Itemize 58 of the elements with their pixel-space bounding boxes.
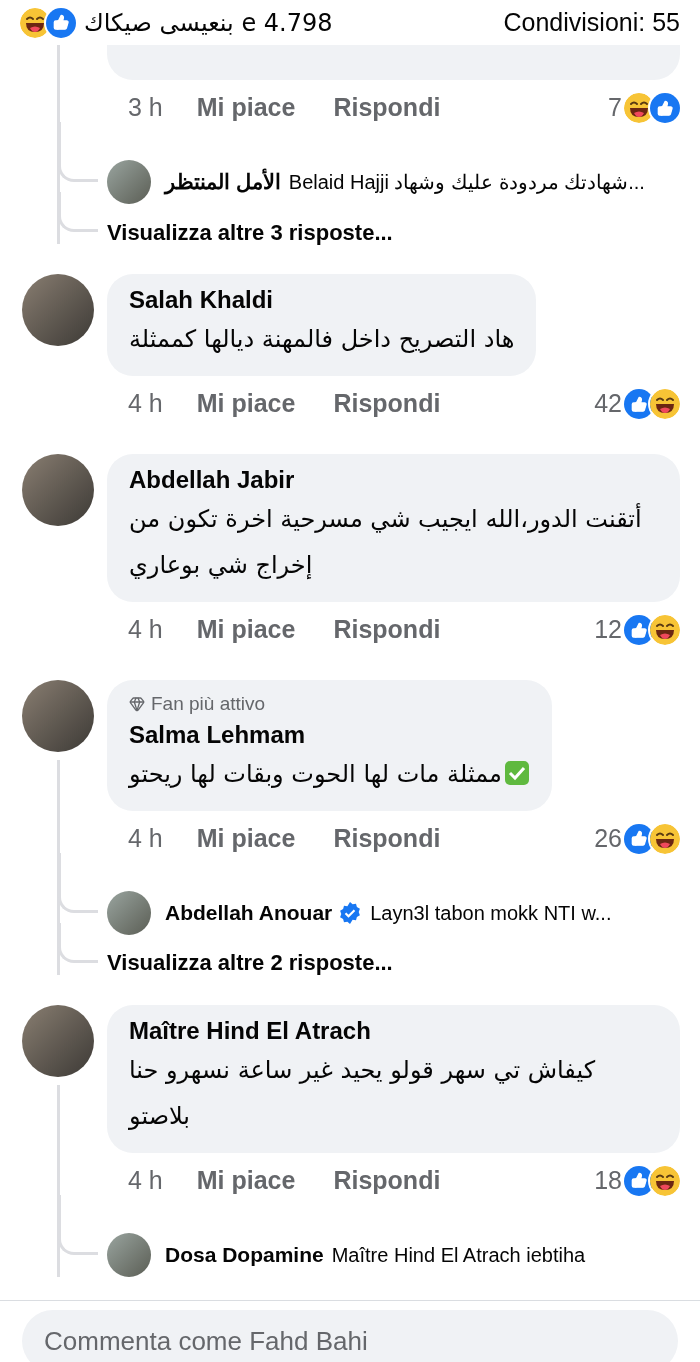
avatar-photo[interactable] bbox=[107, 1232, 151, 1277]
shares-count[interactable]: Condivisioni: 55 bbox=[503, 3, 680, 42]
like-link[interactable]: Mi piace bbox=[196, 385, 296, 423]
reply-preview[interactable]: Belaid Hajji شهادتك مردودة عليك وشهاد... bbox=[288, 167, 645, 197]
comment-time: 3 h bbox=[128, 92, 163, 124]
comment-text: أتقنت الدور،الله ايجيب شي مسرحية اخرة تكون من إخراج شي بوعاري bbox=[129, 502, 643, 581]
like-link[interactable]: Mi piace bbox=[196, 89, 296, 127]
reactions-summary[interactable]: بنعيسى صيكاك e 4.798 bbox=[84, 4, 333, 41]
reply-link[interactable]: Rispondi bbox=[333, 1161, 441, 1200]
like-icon bbox=[624, 615, 654, 645]
comment-time: 4 h bbox=[128, 1164, 163, 1196]
verified-badge-icon bbox=[338, 900, 363, 925]
like-link[interactable]: Mi piace bbox=[196, 819, 296, 858]
reply-author[interactable]: الأمل المنتظر bbox=[165, 166, 281, 198]
laughing-emoji-icon bbox=[650, 1165, 680, 1196]
check-emoji-icon bbox=[503, 759, 530, 786]
laughing-emoji-icon bbox=[624, 93, 654, 123]
avatar-photo[interactable] bbox=[107, 160, 151, 204]
comment-input-field[interactable]: Commenta come Fahd Bahi bbox=[22, 1310, 678, 1362]
reply-author[interactable]: Abdellah Anouar bbox=[165, 896, 333, 929]
fan-label: Fan più attivo bbox=[151, 692, 266, 716]
comment-text: كيفاش تي سهر قولو يحيد غير ساعة نسهرو حنا بلاصتو bbox=[129, 1054, 597, 1132]
reaction-count: 26 bbox=[594, 822, 622, 854]
laughing-emoji-icon bbox=[650, 823, 680, 854]
like-icon bbox=[624, 823, 654, 854]
comment-time: 4 h bbox=[128, 614, 163, 646]
reply-link[interactable]: Rispondi bbox=[333, 89, 441, 127]
comment-time: 4 h bbox=[128, 822, 163, 854]
comment-author[interactable]: Maître Hind El Atrach bbox=[129, 1014, 658, 1047]
diamond-icon bbox=[129, 696, 145, 713]
like-icon bbox=[46, 7, 76, 38]
reply-preview[interactable]: Maître Hind El Atrach iebtiha bbox=[331, 1239, 586, 1270]
like-icon bbox=[624, 1165, 654, 1196]
reply-link[interactable]: Rispondi bbox=[333, 611, 441, 649]
more-replies-link[interactable]: Visualizza altre 2 risposte... bbox=[107, 946, 393, 979]
laughing-emoji-icon bbox=[20, 7, 50, 38]
reaction-count: 12 bbox=[594, 614, 622, 646]
reply-preview[interactable]: Layn3l tabon mokk NTI w... bbox=[370, 897, 612, 928]
comment-author[interactable]: Salma Lehmam bbox=[129, 718, 530, 751]
reaction-count: 42 bbox=[594, 388, 622, 420]
comment-time: 4 h bbox=[128, 388, 163, 420]
comment-text: هاد التصريح داخل فالمهنة ديالها كممثلة bbox=[129, 324, 515, 355]
comment-author[interactable]: Abdellah Jabir bbox=[129, 464, 658, 496]
like-icon bbox=[650, 93, 680, 123]
reaction-count: 7 bbox=[608, 92, 622, 124]
avatar-photo[interactable] bbox=[107, 890, 151, 935]
like-link[interactable]: Mi piace bbox=[196, 1161, 296, 1200]
comment-author[interactable]: Salah Khaldi bbox=[129, 284, 515, 316]
reply-link[interactable]: Rispondi bbox=[333, 385, 441, 423]
reply-link[interactable]: Rispondi bbox=[333, 819, 441, 858]
reply-author[interactable]: Dosa Dopamine bbox=[165, 1238, 324, 1271]
reaction-count: 18 bbox=[594, 1164, 622, 1196]
like-icon bbox=[624, 389, 654, 419]
laughing-emoji-icon bbox=[650, 615, 680, 645]
comment-text: ممثلة مات لها الحوت وبقات لها ريحتو bbox=[129, 750, 530, 797]
laughing-emoji-icon bbox=[650, 389, 680, 419]
more-replies-link[interactable]: Visualizza altre 3 risposte... bbox=[107, 215, 393, 249]
like-link[interactable]: Mi piace bbox=[196, 611, 296, 649]
